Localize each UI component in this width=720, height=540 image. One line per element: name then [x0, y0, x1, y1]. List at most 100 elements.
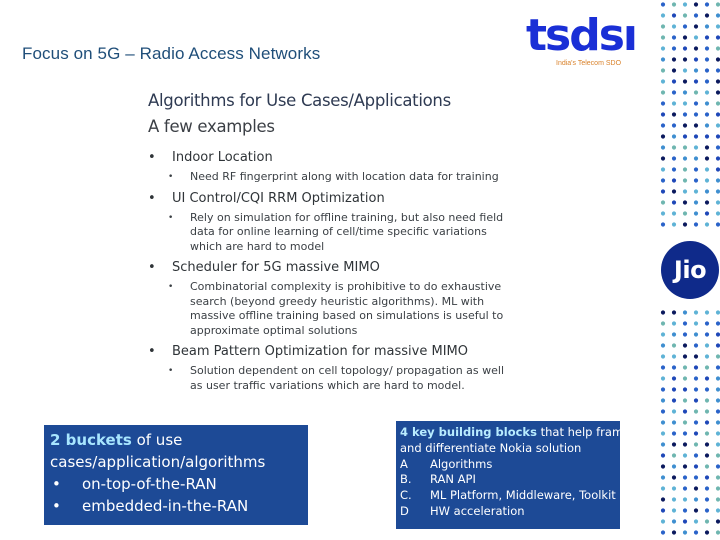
decorative-dot	[693, 365, 699, 370]
decorative-dot	[660, 332, 666, 337]
decorative-dot	[682, 13, 688, 18]
decorative-dot	[704, 519, 710, 524]
decorative-dot	[671, 178, 677, 183]
decorative-dot	[682, 376, 688, 381]
decorative-dot	[660, 442, 666, 447]
decorative-dot	[715, 453, 720, 458]
building-blocks-line2: and differentiate Nokia solution	[400, 440, 582, 455]
decorative-dot	[660, 211, 666, 216]
decorative-dot	[671, 431, 677, 436]
building-block-label: RAN API	[430, 472, 476, 487]
decorative-dot	[671, 156, 677, 161]
decorative-dot	[660, 420, 666, 425]
decorative-dot	[693, 200, 699, 205]
decorative-dot	[671, 57, 677, 62]
decorative-dot	[660, 101, 666, 106]
decorative-dot	[704, 354, 710, 359]
decorative-dot	[704, 101, 710, 106]
decorative-dot	[682, 2, 688, 7]
decorative-dot	[693, 508, 699, 513]
decorative-dot	[682, 387, 688, 392]
decorative-dot	[660, 24, 666, 29]
building-block-item: A Algorithms	[400, 457, 616, 473]
decorative-dot	[693, 321, 699, 326]
decorative-dot	[715, 13, 720, 18]
decorative-dot	[704, 332, 710, 337]
decorative-dot	[693, 486, 699, 491]
decorative-dot	[715, 200, 720, 205]
bucket-item: on-top-of-the-RAN	[50, 473, 302, 495]
jio-logo-word: Jio	[673, 256, 707, 284]
building-block-letter: C.	[400, 488, 412, 503]
decorative-dot	[715, 332, 720, 337]
decorative-dot	[682, 508, 688, 513]
decorative-dot	[704, 508, 710, 513]
decorative-dot	[682, 156, 688, 161]
decorative-dot	[715, 376, 720, 381]
decorative-dot	[704, 211, 710, 216]
decorative-dot	[671, 442, 677, 447]
decorative-dot	[671, 13, 677, 18]
building-blocks-heading: 4 key building blocks that help frame	[400, 425, 620, 441]
decorative-dot	[693, 442, 699, 447]
decorative-dot	[660, 508, 666, 513]
decorative-dot	[715, 46, 720, 51]
tsdsi-logo-word: tsdsı	[526, 10, 638, 61]
decorative-dot	[671, 24, 677, 29]
decorative-dot	[671, 409, 677, 414]
decorative-dot	[671, 453, 677, 458]
decorative-dot	[671, 486, 677, 491]
decorative-dot	[693, 101, 699, 106]
decorative-dot	[671, 321, 677, 326]
decorative-dot	[715, 156, 720, 161]
decorative-dot	[715, 68, 720, 73]
decorative-dot	[704, 35, 710, 40]
decorative-dot	[682, 310, 688, 315]
decorative-dot	[660, 519, 666, 524]
buckets-callout: 2 buckets of use cases/application/algor…	[44, 425, 308, 525]
decorative-dot	[671, 332, 677, 337]
decorative-dot	[682, 189, 688, 194]
decorative-dot	[671, 354, 677, 359]
decorative-dot	[704, 189, 710, 194]
decorative-dot	[671, 123, 677, 128]
decorative-dot	[715, 387, 720, 392]
decorative-dot	[693, 112, 699, 117]
decorative-dot	[715, 24, 720, 29]
decorative-dot	[693, 13, 699, 18]
decorative-dot	[671, 387, 677, 392]
slide-title: Focus on 5G – Radio Access Networks	[22, 44, 321, 63]
building-block-letter: A	[400, 456, 408, 471]
decorative-dot	[682, 101, 688, 106]
decorative-dot	[693, 68, 699, 73]
decorative-dot	[682, 145, 688, 150]
decorative-dot	[660, 35, 666, 40]
decorative-dot	[715, 310, 720, 315]
decorative-dot	[715, 431, 720, 436]
decorative-dot	[693, 420, 699, 425]
decorative-dot	[671, 68, 677, 73]
decorative-dot	[693, 134, 699, 139]
decorative-dot	[660, 57, 666, 62]
decorative-dot	[660, 178, 666, 183]
decorative-dot	[704, 464, 710, 469]
decorative-dot	[671, 497, 677, 502]
decorative-dot	[704, 343, 710, 348]
decorative-dot	[671, 101, 677, 106]
decorative-dot	[682, 343, 688, 348]
decorative-dot	[682, 431, 688, 436]
decorative-dot	[660, 475, 666, 480]
decorative-dot	[715, 167, 720, 172]
decorative-dot	[682, 354, 688, 359]
decorative-dot	[715, 409, 720, 414]
decorative-dot	[660, 112, 666, 117]
decorative-dot	[682, 321, 688, 326]
decorative-dot	[693, 24, 699, 29]
decorative-dot	[660, 134, 666, 139]
decorative-dot	[693, 2, 699, 7]
decorative-dot	[682, 464, 688, 469]
decorative-dot	[682, 112, 688, 117]
decorative-dot	[715, 530, 720, 535]
decorative-dot	[715, 2, 720, 7]
decorative-dot	[715, 145, 720, 150]
